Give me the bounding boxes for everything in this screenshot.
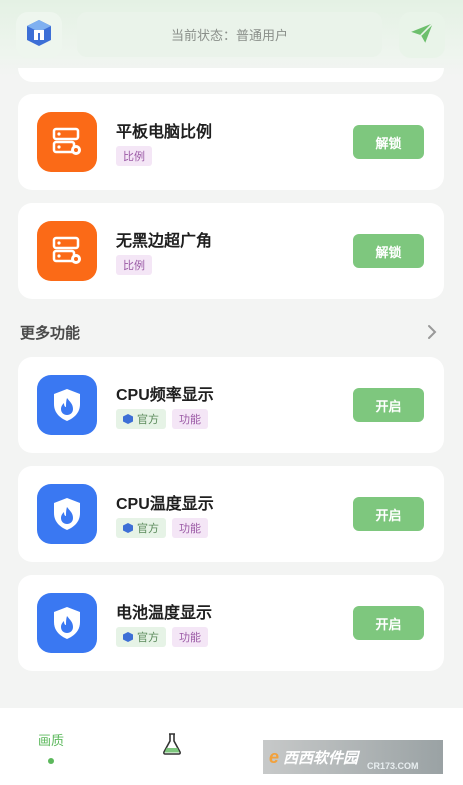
tag-ratio: 比例 (116, 255, 152, 275)
app-logo-icon (24, 18, 54, 53)
cube-icon (123, 414, 133, 424)
shield-flame-icon (37, 375, 97, 435)
flask-icon (160, 732, 184, 761)
server-settings-icon (37, 221, 97, 281)
watermark-url: CR173.COM (367, 761, 419, 771)
paper-plane-icon (409, 20, 435, 51)
watermark-e-icon: e (269, 746, 280, 767)
tag-official: 官方 (116, 627, 166, 647)
tag-official: 官方 (116, 518, 166, 538)
card-title: 电池温度显示 (116, 605, 213, 622)
unlock-button[interactable]: 解锁 (353, 125, 424, 159)
send-button[interactable] (399, 12, 445, 58)
more-features-header[interactable]: 更多功能 (20, 322, 438, 344)
card-title: CPU温度显示 (116, 496, 214, 513)
cube-icon (123, 632, 133, 642)
list-item: CPU温度显示 官方 功能 开启 (18, 466, 444, 562)
enable-button[interactable]: 开启 (353, 388, 424, 422)
list-item: 平板电脑比例 比例 解锁 (18, 94, 444, 190)
tag-feature: 功能 (172, 627, 208, 647)
tag-feature: 功能 (172, 409, 208, 429)
status-indicator: 当前状态：普通用户 (77, 12, 382, 57)
unlock-button[interactable]: 解锁 (353, 234, 424, 268)
chevron-right-icon (426, 323, 438, 341)
watermark-logo: e 西西软件园 CR173.COM (263, 740, 443, 774)
card-title: CPU频率显示 (116, 387, 214, 404)
nav-quality[interactable]: 画质 (38, 730, 64, 764)
cube-icon (123, 523, 133, 533)
enable-button[interactable]: 开启 (353, 497, 424, 531)
list-item: 无黑边超广角 比例 解锁 (18, 203, 444, 299)
tag-official: 官方 (116, 409, 166, 429)
tag-ratio: 比例 (116, 146, 152, 166)
list-item: 电池温度显示 官方 功能 开启 (18, 575, 444, 671)
server-settings-icon (37, 112, 97, 172)
app-logo-button[interactable] (16, 12, 62, 58)
active-indicator (48, 758, 54, 764)
card-remnant (18, 68, 444, 82)
shield-flame-icon (37, 484, 97, 544)
nav-quality-label: 画质 (38, 733, 65, 748)
tag-feature: 功能 (172, 518, 208, 538)
nav-lab[interactable] (160, 732, 184, 761)
status-text: 当前状态：普通用户 (170, 28, 288, 43)
watermark-brand: 西西软件园 (283, 749, 359, 767)
card-title: 平板电脑比例 (116, 124, 213, 141)
card-title: 无黑边超广角 (116, 233, 213, 250)
enable-button[interactable]: 开启 (353, 606, 424, 640)
section-title: 更多功能 (20, 325, 81, 342)
list-item: CPU频率显示 官方 功能 开启 (18, 357, 444, 453)
shield-flame-icon (37, 593, 97, 653)
